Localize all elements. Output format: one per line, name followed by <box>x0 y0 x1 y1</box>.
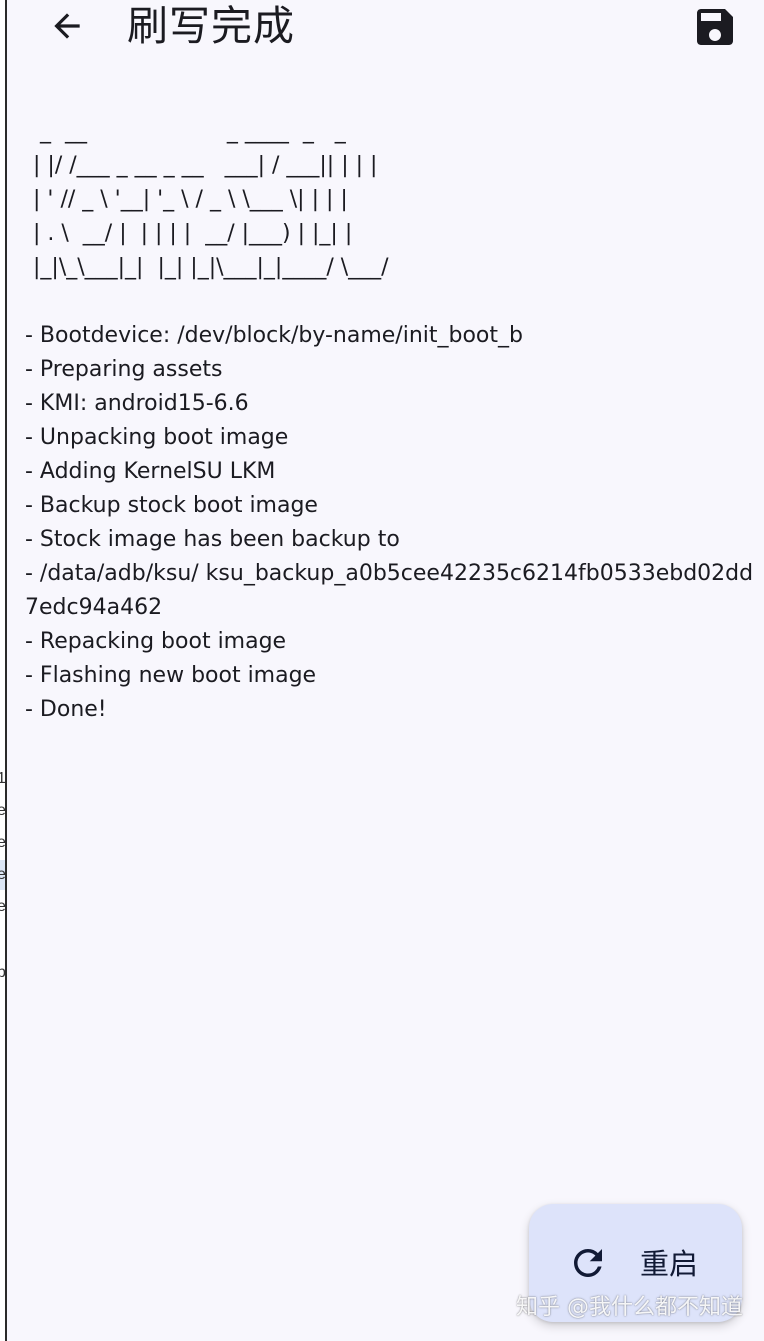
log-line: - Done! <box>25 697 107 722</box>
back-button[interactable] <box>45 4 89 48</box>
log-line: - Preparing assets <box>25 357 223 382</box>
left-strip-fragment: e <box>0 866 5 884</box>
log-line: - KMI: android15-6.6 <box>25 391 249 416</box>
log-line: - Flashing new boot image <box>25 663 317 688</box>
log-line: - Backup stock boot image <box>25 493 318 518</box>
log-line: - Unpacking boot image <box>25 425 289 450</box>
top-app-bar: 刷写完成 <box>9 0 764 56</box>
log-line: - /data/adb/ksu/ ksu_backup_a0b5cee42235… <box>25 561 754 620</box>
save-log-button[interactable] <box>690 2 740 52</box>
left-strip-fragment: 1 <box>0 770 5 788</box>
watermark: 知乎 @我什么都不知道 <box>516 1295 743 1320</box>
log-line: - Repacking boot image <box>25 629 287 654</box>
reboot-button-label: 重启 <box>640 1247 699 1281</box>
log-lines: - Bootdevice: /dev/block/by-name/init_bo… <box>25 319 755 727</box>
floppy-disk-icon <box>697 9 733 45</box>
left-edge-strip: 1 e e e e p <box>0 0 7 1341</box>
left-strip-fragment: p <box>0 964 5 982</box>
kernelsu-ascii-banner: _ __ _ ____ _ _ | |/ /___ _ __ _ __ ___|… <box>33 119 389 280</box>
page-title: 刷写完成 <box>127 2 295 50</box>
log-line: - Adding KernelSU LKM <box>25 459 276 484</box>
left-strip-fragment: e <box>0 802 5 820</box>
flash-log: _ __ _ ____ _ _ | |/ /___ _ __ _ __ ___|… <box>25 115 755 727</box>
left-strip-fragment: e <box>0 834 5 852</box>
arrow-left-icon <box>54 13 80 39</box>
log-line: - Stock image has been backup to <box>25 527 400 552</box>
left-strip-fragment: e <box>0 898 5 916</box>
log-line: - Bootdevice: /dev/block/by-name/init_bo… <box>25 323 523 348</box>
refresh-icon <box>574 1249 602 1277</box>
